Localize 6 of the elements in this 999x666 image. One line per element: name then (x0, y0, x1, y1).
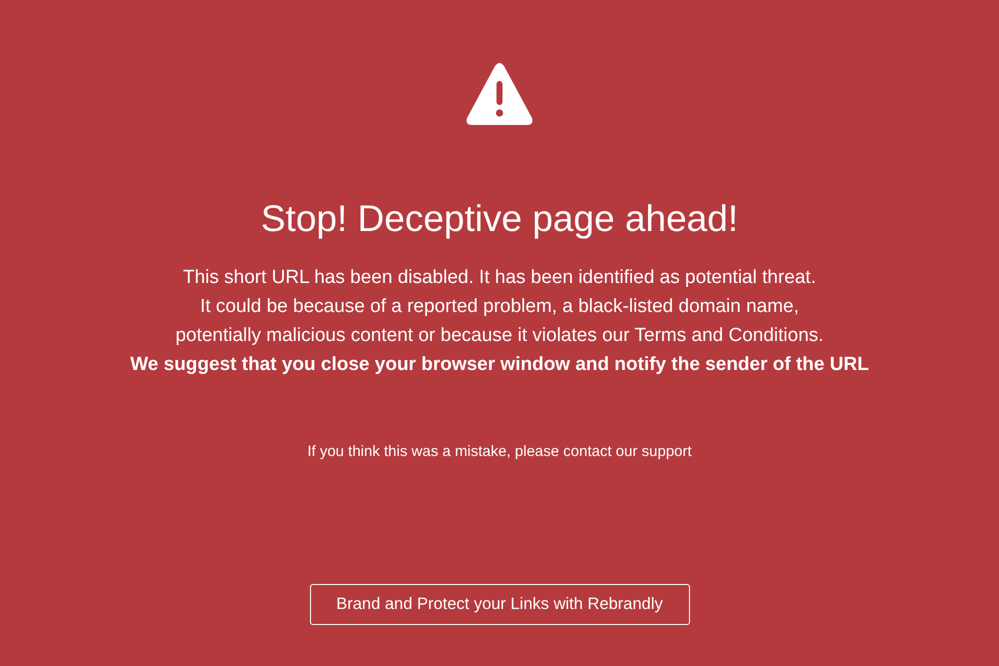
page-title: Stop! Deceptive page ahead! (260, 197, 738, 241)
support-note: If you think this was a mistake, please contact our support (307, 442, 692, 462)
promo-button[interactable]: Brand and Protect your Links with Rebrandly (310, 584, 690, 625)
warning-icon (466, 62, 533, 125)
advice-text: We suggest that you close your browser window and notify the sender of the URL (130, 353, 869, 378)
warning-message: This short URL has been disabled. It has been identified as potential threat. It could be because of a reported problem, a black-listed domain name, potentially malicious content or because it violates our Terms and Conditions. (175, 266, 824, 348)
